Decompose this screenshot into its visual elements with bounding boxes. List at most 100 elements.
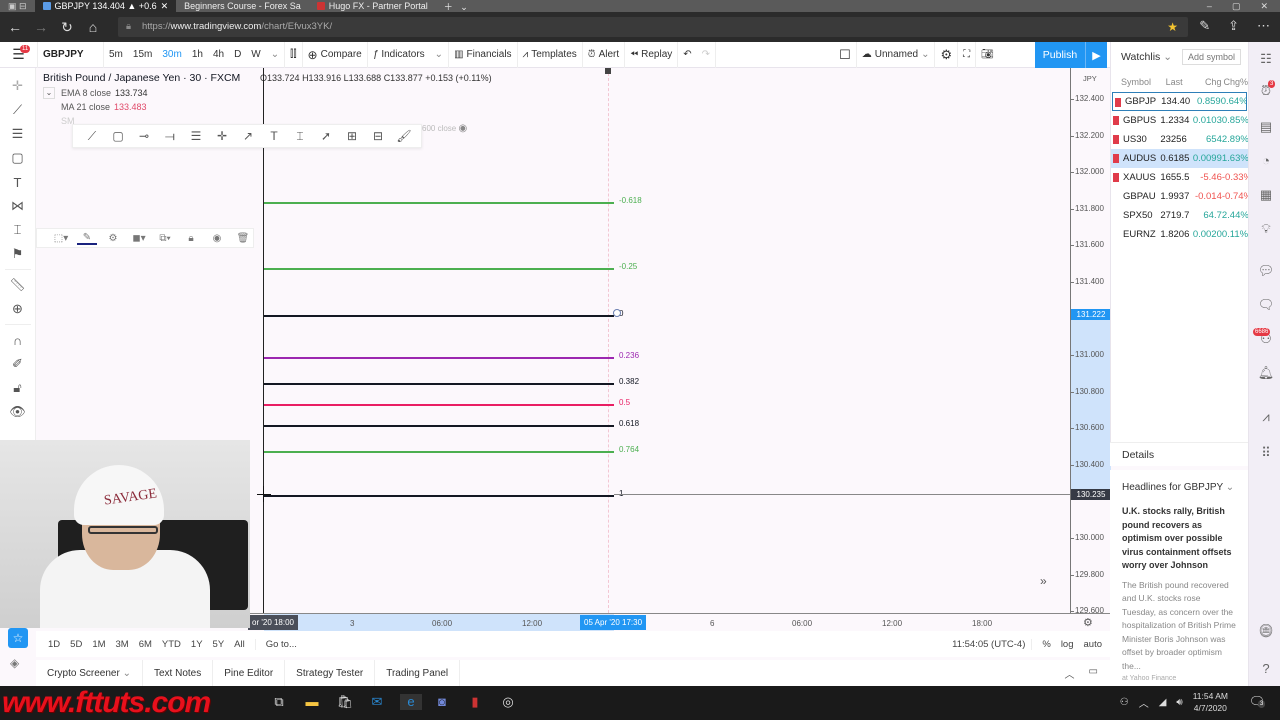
alert-button[interactable]: ⏰︎ Alert [583, 41, 626, 68]
compare-button[interactable]: ⊕ Compare [303, 41, 368, 68]
expand-panel-icon[interactable]: ︿ [1065, 666, 1075, 681]
flag-icon[interactable] [1113, 154, 1119, 163]
main-menu-button[interactable]: ☰ 11 [0, 41, 38, 68]
interval-15m[interactable]: 15m [128, 42, 157, 68]
axis-settings-gear-icon[interactable]: ⚙ [1083, 616, 1093, 629]
trend-line-button[interactable]: ⟋ [79, 125, 105, 147]
watchlist-row[interactable]: GBPAU 1.9937 -0.014-0.74% [1111, 187, 1248, 206]
fib-level-line[interactable] [264, 314, 614, 317]
auto-toggle[interactable]: auto [1084, 639, 1103, 650]
obs-icon[interactable]: ◎ [499, 694, 517, 710]
watchlist-row[interactable]: XAUUS 1655.5 -5.46-0.33% [1111, 168, 1248, 187]
lock-button[interactable]: 🔒︎ [181, 233, 201, 244]
horizontal-ray-button[interactable]: ⊸ [131, 125, 157, 147]
store-icon[interactable]: 🛍︎ [336, 694, 354, 710]
zoom-in-tool[interactable]: ⊕ [6, 297, 30, 321]
undo-button[interactable]: ↶ [678, 42, 696, 68]
watchlist-row[interactable]: AUDUS 0.6185 0.0099 1.63% [1111, 149, 1248, 168]
measure-range-tool[interactable]: ⌶ [6, 218, 30, 242]
fib-level-line[interactable] [264, 403, 614, 406]
watchlist-row[interactable]: GBPJP 134.40 0.859 0.64% [1112, 92, 1247, 111]
price-label-button[interactable]: ⌶ [287, 125, 313, 147]
col-symbol[interactable]: Symbol [1121, 77, 1159, 87]
range-1d[interactable]: 1D [36, 639, 65, 650]
text-tool[interactable]: T [6, 170, 30, 194]
private-chats-icon[interactable]: 🗨︎ [1257, 296, 1275, 314]
close-window-icon[interactable]: ✕ [1260, 1, 1268, 12]
rectangle-tool[interactable]: ▢ [6, 146, 30, 170]
calendar-icon[interactable]: ▦ [1257, 186, 1275, 204]
multi-layout-button[interactable]: ☐ [834, 41, 857, 68]
forward-icon[interactable]: → [28, 19, 54, 35]
favorites-star-icon[interactable]: ☆ [8, 628, 28, 648]
action-center-icon[interactable]: 🗨︎ 3 [1248, 694, 1266, 710]
clone-button[interactable]: ⧉▾ [155, 233, 175, 244]
fib-retracement-tool[interactable]: ☰ [6, 122, 30, 146]
app-icon[interactable]: ▮ [466, 694, 484, 710]
eye-hidden-icon[interactable]: ◉ [458, 123, 467, 134]
stay-in-drawing-mode-tool[interactable]: ✐ [6, 352, 30, 376]
order-panel-icon[interactable]: ⩘ [1257, 408, 1275, 426]
interval-1h[interactable]: 1h [187, 42, 208, 68]
chart-type-button[interactable]: ⫿⫿ [285, 41, 303, 68]
new-tab-button[interactable]: ＋ ⌄ [436, 0, 476, 12]
close-tab-icon[interactable]: ✕ [161, 1, 169, 12]
templates-button[interactable]: ⩘ Templates [518, 41, 583, 68]
tab-crypto-screener[interactable]: Crypto Screener ⌄ [36, 660, 143, 686]
volume-icon[interactable]: 🔊︎ [1176, 697, 1182, 708]
lock-drawings-tool[interactable]: 🔓︎ [6, 376, 30, 400]
fib-level-line[interactable] [264, 382, 614, 385]
hotlists-icon[interactable]: ◔ [1257, 152, 1275, 170]
back-icon[interactable]: ← [2, 19, 28, 35]
short-position-button[interactable]: ⊟ [365, 125, 391, 147]
hide-drawings-tool[interactable]: 👁︎ [6, 400, 30, 424]
ideas-bulb-icon[interactable]: 💡︎ [1257, 220, 1275, 238]
tab-text-notes[interactable]: Text Notes [143, 660, 214, 686]
share-icon[interactable]: ⇪ [1228, 18, 1239, 34]
col-chgp[interactable]: Chg% [1221, 77, 1248, 87]
publish-video-button[interactable]: ▶ [1085, 42, 1107, 68]
refresh-icon[interactable]: ↻ [54, 19, 80, 36]
range-5y[interactable]: 5Y [208, 639, 230, 650]
headlines-title[interactable]: Headlines for GBPJPY ⌄ [1122, 482, 1236, 493]
indicators-dropdown[interactable]: ⌄ [430, 41, 450, 68]
goto-button[interactable]: Go to... [256, 639, 302, 650]
fullscreen-button[interactable]: ⛶ [958, 41, 977, 68]
mail-icon[interactable]: ✉ [368, 694, 386, 710]
coins-icon[interactable]: 🪙︎ [1257, 622, 1275, 640]
collapse-indicators-icon[interactable]: ⌄ [43, 87, 55, 99]
layout-name-button[interactable]: ☁︎ Unnamed ⌄ [857, 41, 936, 68]
watchlist-row[interactable]: US30 23256 654 2.89% [1111, 130, 1248, 149]
watchlist-icon[interactable]: ☷ [1257, 50, 1275, 68]
range-ytd[interactable]: YTD [157, 639, 186, 650]
flag-icon[interactable] [1113, 173, 1119, 182]
pen-icon[interactable]: ✎ [1199, 18, 1210, 34]
financials-button[interactable]: ▥ Financials [449, 41, 518, 68]
arrow-line-button[interactable]: ↗ [235, 125, 261, 147]
redo-button[interactable]: ↷ [697, 41, 717, 68]
taskbar-clock[interactable]: 11:54 AM 4/7/2020 [1193, 690, 1228, 714]
flag-icon[interactable] [1115, 98, 1121, 107]
browser-tab-beginners[interactable]: Beginners Course - Forex Sa [176, 0, 309, 12]
fib-level-line[interactable] [264, 268, 614, 271]
indicator-ema[interactable]: ⌄ EMA 8 close 133.734 [43, 87, 240, 99]
edge-browser-icon[interactable]: e [400, 694, 422, 710]
line-color-button[interactable]: ✎ [77, 232, 97, 245]
magnet-tool[interactable]: ∩ [6, 328, 30, 352]
add-symbol-button[interactable]: Add symbol [1182, 49, 1242, 65]
replay-button[interactable]: ⏪︎ Replay [625, 41, 679, 68]
flag-icon[interactable] [1113, 135, 1119, 144]
pattern-tool[interactable]: ⋈ [6, 194, 30, 218]
public-chats-icon[interactable]: 💬︎ [1257, 262, 1275, 280]
range-3m[interactable]: 3M [111, 639, 134, 650]
symbol-search[interactable]: GBPJPY [38, 41, 104, 68]
col-chg[interactable]: Chg [1189, 77, 1222, 87]
snapshot-button[interactable]: 📷︎ [976, 42, 999, 68]
interval-30m[interactable]: 30m [157, 42, 186, 68]
price-axis[interactable]: JPY 132.400 132.200 132.000 131.800 131.600 1… [1070, 68, 1111, 615]
watchlist-title[interactable]: Watchlis ⌄ [1121, 51, 1172, 63]
flag-icon[interactable] [1113, 116, 1119, 125]
browser-tab-tradingview[interactable]: GBPJPY 134.404 ▲ +0.6 ✕ [34, 0, 177, 12]
details-header[interactable]: Details [1110, 442, 1248, 466]
headline-title[interactable]: U.K. stocks rally, British pound recover… [1122, 505, 1236, 573]
